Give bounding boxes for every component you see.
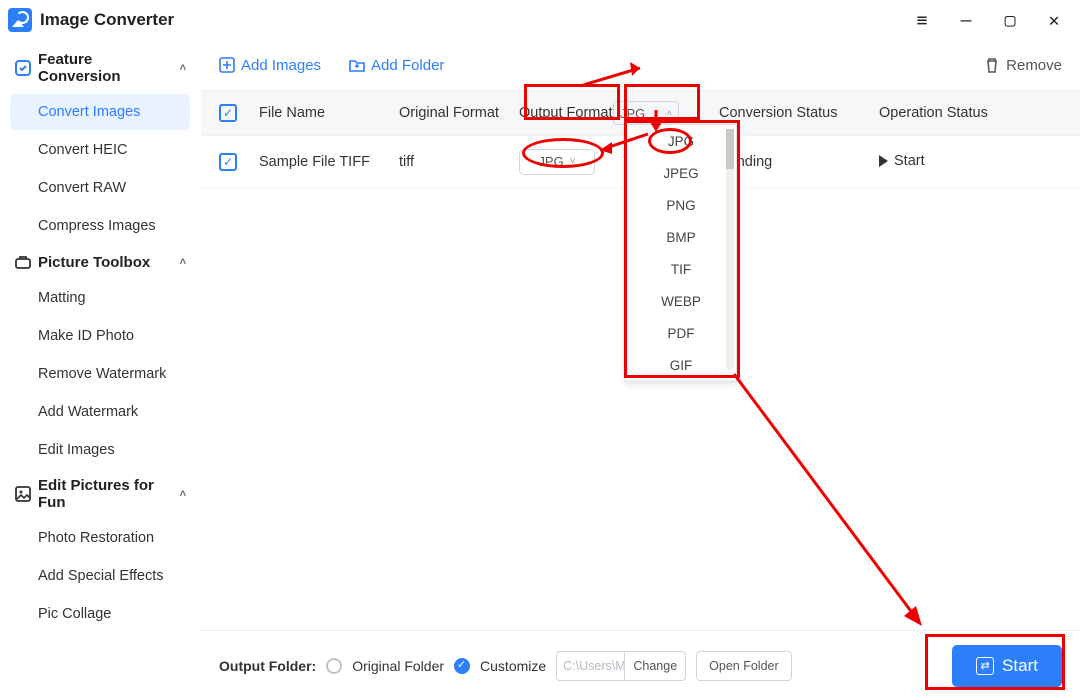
open-folder-button[interactable]: Open Folder <box>696 651 791 681</box>
button-label: Add Images <box>241 57 321 74</box>
app-logo-icon <box>8 8 32 32</box>
fun-icon <box>14 485 32 503</box>
close-button[interactable]: ✕ <box>1046 10 1062 31</box>
sidebar-item-remove-watermark[interactable]: Remove Watermark <box>10 356 190 392</box>
output-path-value: C:\Users\MLoong <box>557 659 624 673</box>
customize-folder-radio[interactable] <box>454 658 470 674</box>
minimize-button[interactable]: — <box>958 10 974 31</box>
select-all-checkbox[interactable]: ✓ <box>219 104 237 122</box>
feature-icon <box>14 59 32 77</box>
output-format-header-select[interactable]: JPG ˄ <box>613 101 679 125</box>
sidebar-item-photo-restoration[interactable]: Photo Restoration <box>10 520 190 556</box>
dropdown-option-png[interactable]: PNG <box>626 189 736 221</box>
chevron-up-icon: ˄ <box>180 488 186 500</box>
column-output-format: Output Format <box>519 105 619 121</box>
sidebar-item-add-watermark[interactable]: Add Watermark <box>10 394 190 430</box>
add-image-icon <box>219 57 235 73</box>
sidebar-item-make-id-photo[interactable]: Make ID Photo <box>10 318 190 354</box>
dropdown-option-bmp[interactable]: BMP <box>626 221 736 253</box>
maximize-button[interactable]: ▢ <box>1002 10 1018 31</box>
sidebar-group-picture-toolbox[interactable]: Picture Toolbox ˄ <box>10 246 190 278</box>
sidebar-group-label: Edit Pictures for Fun <box>38 477 174 511</box>
remove-button[interactable]: Remove <box>984 57 1062 74</box>
sidebar-item-convert-raw[interactable]: Convert RAW <box>10 170 190 206</box>
add-folder-button[interactable]: Add Folder <box>349 57 444 74</box>
sidebar-item-convert-images[interactable]: Convert Images <box>10 94 190 130</box>
add-folder-icon <box>349 57 365 73</box>
format-dropdown[interactable]: JPG JPEG PNG BMP TIF WEBP PDF GIF <box>625 124 737 382</box>
sidebar-group-feature-conversion[interactable]: Feature Conversion ˄ <box>10 44 190 92</box>
output-path-field[interactable]: C:\Users\MLoong Change <box>556 651 686 681</box>
sidebar-item-edit-images[interactable]: Edit Images <box>10 432 190 468</box>
content-area: Add Images Add Folder Remove ✓ File Name… <box>200 40 1080 700</box>
cell-conversion-status: Pending <box>719 154 879 170</box>
chevron-down-icon: ˅ <box>570 156 576 167</box>
dropdown-option-tif[interactable]: TIF <box>626 253 736 285</box>
app-title: Image Converter <box>40 10 174 30</box>
button-label: Start <box>894 153 925 169</box>
button-label: Remove <box>1006 57 1062 74</box>
sidebar-group-label: Picture Toolbox <box>38 254 150 271</box>
trash-icon <box>984 57 1000 73</box>
dropdown-option-pdf[interactable]: PDF <box>626 317 736 349</box>
dropdown-option-jpeg[interactable]: JPEG <box>626 157 736 189</box>
column-filename: File Name <box>259 105 399 121</box>
menu-icon[interactable]: ≡ <box>914 10 930 31</box>
sidebar-item-add-special-effects[interactable]: Add Special Effects <box>10 558 190 594</box>
sidebar-item-compress-images[interactable]: Compress Images <box>10 208 190 244</box>
dropdown-scrollbar-thumb[interactable] <box>726 129 734 169</box>
cell-filename: Sample File TIFF <box>259 154 399 170</box>
select-value: JPG <box>538 154 563 169</box>
column-original-format: Original Format <box>399 105 519 121</box>
convert-icon: ⇄ <box>976 657 994 675</box>
column-conversion-status: Conversion Status <box>719 105 879 121</box>
dropdown-option-gif[interactable]: GIF <box>626 349 736 381</box>
change-path-button[interactable]: Change <box>624 652 685 680</box>
output-folder-label: Output Folder: <box>219 658 316 674</box>
button-label: Start <box>1002 656 1038 676</box>
dropdown-option-jpg[interactable]: JPG <box>626 125 736 157</box>
sidebar: Feature Conversion ˄ Convert Images Conv… <box>0 40 200 700</box>
play-icon <box>879 155 888 167</box>
dropdown-option-webp[interactable]: WEBP <box>626 285 736 317</box>
row-checkbox[interactable]: ✓ <box>219 153 237 171</box>
original-folder-label: Original Folder <box>352 658 444 674</box>
customize-folder-label: Customize <box>480 658 546 674</box>
original-folder-radio[interactable] <box>326 658 342 674</box>
sidebar-item-matting[interactable]: Matting <box>10 280 190 316</box>
chevron-up-icon: ˄ <box>180 62 186 74</box>
chevron-up-icon: ˄ <box>180 256 186 268</box>
sidebar-group-edit-pictures-fun[interactable]: Edit Pictures for Fun ˄ <box>10 470 190 518</box>
button-label: Add Folder <box>371 57 444 74</box>
row-start-button[interactable]: Start <box>879 153 925 169</box>
content-toolbar: Add Images Add Folder Remove <box>201 40 1080 90</box>
sidebar-group-label: Feature Conversion <box>38 51 174 85</box>
row-format-select[interactable]: JPG ˅ <box>519 149 595 175</box>
title-bar: Image Converter ≡ — ▢ ✕ <box>0 0 1080 40</box>
window-controls: ≡ — ▢ ✕ <box>914 10 1072 31</box>
toolbox-icon <box>14 253 32 271</box>
bottom-bar: Output Folder: Original Folder Customize… <box>201 630 1080 700</box>
start-button[interactable]: ⇄ Start <box>952 645 1062 687</box>
sidebar-item-convert-heic[interactable]: Convert HEIC <box>10 132 190 168</box>
column-operation-status: Operation Status <box>879 105 1039 121</box>
chevron-up-icon: ˄ <box>667 108 672 118</box>
add-images-button[interactable]: Add Images <box>219 57 321 74</box>
sidebar-item-pic-collage[interactable]: Pic Collage <box>10 596 190 632</box>
cell-original-format: tiff <box>399 154 519 170</box>
select-value: JPG <box>620 106 645 121</box>
